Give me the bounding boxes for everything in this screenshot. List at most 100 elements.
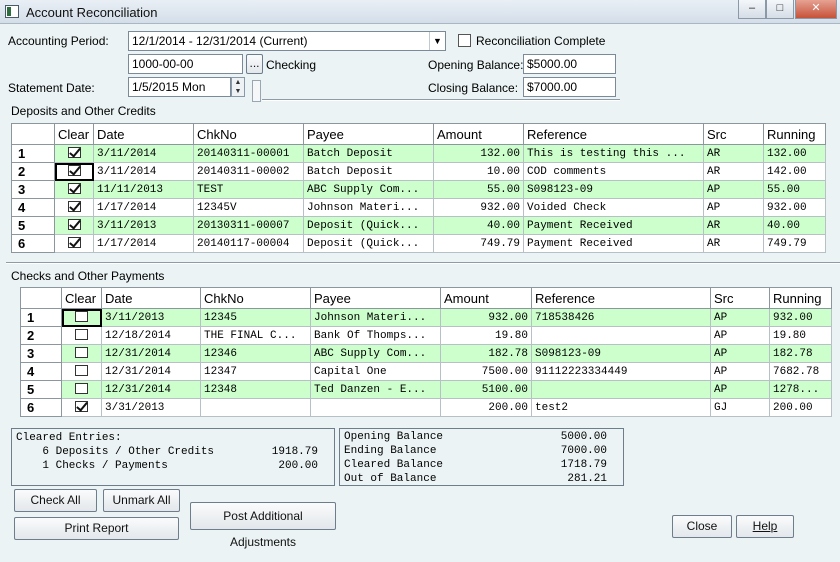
maximize-button[interactable]: □ bbox=[766, 0, 794, 19]
date-picker-handle[interactable] bbox=[252, 80, 261, 102]
column-header-reference[interactable]: Reference bbox=[531, 287, 711, 309]
cell-reference[interactable]: S098123-09 bbox=[523, 180, 704, 199]
row-number[interactable]: 2 bbox=[11, 162, 55, 181]
table-row[interactable]: 3 12/31/2014 12346 ABC Supply Com... 182.78 S… bbox=[20, 344, 832, 363]
clear-cell[interactable] bbox=[54, 180, 94, 199]
cell-chkno[interactable]: THE FINAL C... bbox=[200, 326, 311, 345]
row-number[interactable]: 2 bbox=[20, 326, 62, 345]
cell-chkno[interactable]: TEST bbox=[193, 180, 304, 199]
cell-date[interactable]: 3/31/2013 bbox=[101, 398, 201, 417]
cell-payee[interactable]: Johnson Materi... bbox=[303, 198, 434, 217]
row-number[interactable]: 1 bbox=[20, 308, 62, 327]
cell-running[interactable]: 1278... bbox=[769, 380, 832, 399]
statement-date-field[interactable]: 1/5/2015 Mon bbox=[128, 77, 231, 97]
cell-payee[interactable] bbox=[310, 398, 441, 417]
clear-cell[interactable] bbox=[61, 308, 102, 327]
table-row[interactable]: 5 12/31/2014 12348 Ted Danzen - E... 5100.00… bbox=[20, 380, 832, 399]
cell-reference[interactable]: Payment Received bbox=[523, 234, 704, 253]
cell-reference[interactable]: 718538426 bbox=[531, 308, 711, 327]
column-header-date[interactable]: Date bbox=[101, 287, 201, 309]
date-spinner[interactable]: ▲ ▼ bbox=[231, 77, 245, 97]
check-all-button[interactable]: Check All bbox=[14, 489, 97, 512]
cell-date[interactable]: 3/11/2014 bbox=[93, 144, 194, 163]
cell-date[interactable]: 3/11/2014 bbox=[93, 162, 194, 181]
cell-running[interactable]: 40.00 bbox=[763, 216, 826, 235]
cell-running[interactable]: 932.00 bbox=[769, 308, 832, 327]
browse-account-button[interactable]: ... bbox=[246, 54, 263, 74]
clear-cell[interactable] bbox=[54, 234, 94, 253]
cell-amount[interactable]: 749.79 bbox=[433, 234, 524, 253]
cell-chkno[interactable]: 12345 bbox=[200, 308, 311, 327]
cell-running[interactable]: 200.00 bbox=[769, 398, 832, 417]
table-row[interactable]: 1 3/11/2013 12345 Johnson Materi... 932.00 71… bbox=[20, 308, 832, 327]
cell-amount[interactable]: 932.00 bbox=[433, 198, 524, 217]
help-button[interactable]: Help bbox=[736, 515, 794, 538]
cell-amount[interactable]: 10.00 bbox=[433, 162, 524, 181]
column-header-running[interactable]: Running bbox=[769, 287, 832, 309]
minimize-button[interactable]: – bbox=[738, 0, 766, 19]
checkbox-unchecked-icon[interactable] bbox=[75, 365, 88, 377]
table-row[interactable]: 6 1/17/2014 20140117-00004 Deposit (Quick..… bbox=[11, 234, 826, 253]
closing-balance-field[interactable]: $7000.00 bbox=[523, 77, 616, 97]
cell-chkno[interactable]: 20140311-00001 bbox=[193, 144, 304, 163]
row-number[interactable]: 4 bbox=[11, 198, 55, 217]
cell-chkno[interactable]: 20130311-00007 bbox=[193, 216, 304, 235]
table-row[interactable]: 4 12/31/2014 12347 Capital One 7500.00 911122… bbox=[20, 362, 832, 381]
cell-chkno[interactable]: 12348 bbox=[200, 380, 311, 399]
cell-reference[interactable]: 91112223334449 bbox=[531, 362, 711, 381]
cell-src[interactable]: AP bbox=[710, 308, 770, 327]
clear-cell[interactable] bbox=[54, 144, 94, 163]
checkbox-checked-icon[interactable] bbox=[75, 401, 88, 413]
cell-src[interactable]: GJ bbox=[710, 398, 770, 417]
cell-reference[interactable] bbox=[531, 380, 711, 399]
cell-payee[interactable]: ABC Supply Com... bbox=[310, 344, 441, 363]
clear-cell[interactable] bbox=[54, 162, 94, 181]
cell-src[interactable]: AP bbox=[710, 344, 770, 363]
table-row[interactable]: 6 3/31/2013 200.00 test2 GJ 200.00 bbox=[20, 398, 832, 417]
table-row[interactable]: 4 1/17/2014 12345V Johnson Materi... 932.00 V… bbox=[11, 198, 826, 217]
table-row[interactable]: 5 3/11/2013 20130311-00007 Deposit (Quick..… bbox=[11, 216, 826, 235]
cell-src[interactable]: AR bbox=[703, 234, 764, 253]
cell-date[interactable]: 1/17/2014 bbox=[93, 198, 194, 217]
row-number[interactable]: 3 bbox=[11, 180, 55, 199]
cell-date[interactable]: 12/31/2014 bbox=[101, 380, 201, 399]
column-header-clear[interactable]: Clear bbox=[54, 123, 94, 145]
row-number[interactable]: 6 bbox=[11, 234, 55, 253]
row-number[interactable]: 1 bbox=[11, 144, 55, 163]
close-button[interactable]: Close bbox=[672, 515, 732, 538]
window-close-button[interactable]: ✕ bbox=[795, 0, 837, 19]
checkbox-checked-icon[interactable] bbox=[67, 165, 81, 177]
column-header-amount[interactable]: Amount bbox=[440, 287, 532, 309]
cell-amount[interactable]: 132.00 bbox=[433, 144, 524, 163]
table-row[interactable]: 3 11/11/2013 TEST ABC Supply Com... 55.00 S09… bbox=[11, 180, 826, 199]
accounting-period-select[interactable]: 12/1/2014 - 12/31/2014 (Current) ▼ bbox=[128, 31, 446, 51]
cell-chkno[interactable]: 12346 bbox=[200, 344, 311, 363]
clear-cell[interactable] bbox=[54, 198, 94, 217]
cell-reference[interactable]: Payment Received bbox=[523, 216, 704, 235]
checkbox-checked-icon[interactable] bbox=[67, 147, 81, 159]
deposits-scroll-area[interactable] bbox=[826, 121, 840, 261]
column-header-src[interactable]: Src bbox=[710, 287, 770, 309]
cell-payee[interactable]: Capital One bbox=[310, 362, 441, 381]
cell-payee[interactable]: ABC Supply Com... bbox=[303, 180, 434, 199]
checkbox-checked-icon[interactable] bbox=[67, 219, 81, 231]
cell-date[interactable]: 12/31/2014 bbox=[101, 362, 201, 381]
cell-reference[interactable]: S098123-09 bbox=[531, 344, 711, 363]
cell-src[interactable]: AP bbox=[710, 380, 770, 399]
deposits-grid[interactable]: Clear Date ChkNo Payee Amount Reference Src Run… bbox=[11, 123, 826, 253]
cell-payee[interactable]: Batch Deposit bbox=[303, 144, 434, 163]
cell-amount[interactable]: 40.00 bbox=[433, 216, 524, 235]
unmark-all-button[interactable]: Unmark All bbox=[103, 489, 180, 512]
clear-cell[interactable] bbox=[61, 344, 102, 363]
cell-chkno[interactable]: 20140311-00002 bbox=[193, 162, 304, 181]
checkbox-checked-icon[interactable] bbox=[67, 237, 81, 249]
cell-amount[interactable]: 932.00 bbox=[440, 308, 532, 327]
cell-payee[interactable]: Batch Deposit bbox=[303, 162, 434, 181]
cell-src[interactable]: AP bbox=[710, 362, 770, 381]
column-header-chkno[interactable]: ChkNo bbox=[193, 123, 304, 145]
checkbox-unchecked-icon[interactable] bbox=[75, 383, 88, 395]
clear-cell[interactable] bbox=[61, 380, 102, 399]
cell-date[interactable]: 11/11/2013 bbox=[93, 180, 194, 199]
clear-cell[interactable] bbox=[61, 398, 102, 417]
cell-amount[interactable]: 182.78 bbox=[440, 344, 532, 363]
